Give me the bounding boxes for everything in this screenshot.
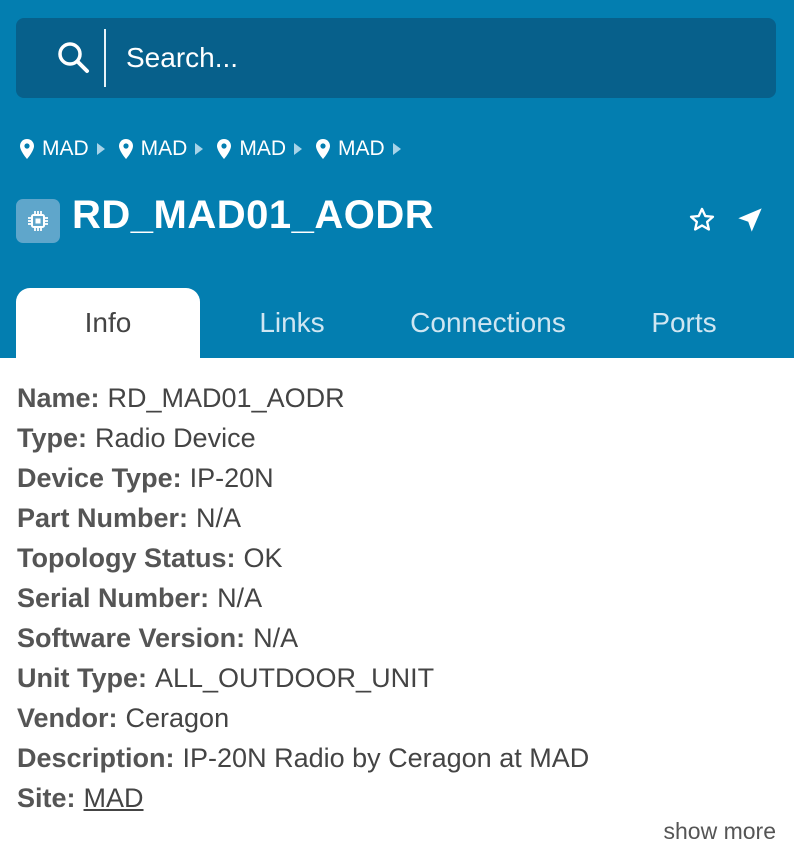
info-row-software-version: Software Version: N/A [17, 618, 777, 658]
chip-icon [16, 199, 60, 243]
info-value: N/A [217, 583, 263, 613]
breadcrumb-label: MAD [42, 137, 89, 160]
caret-right-icon [294, 143, 303, 155]
info-value: IP-20N [189, 463, 274, 493]
info-key: Site: [17, 783, 76, 813]
tab-links[interactable]: Links [212, 288, 372, 358]
info-value: OK [243, 543, 283, 573]
info-key: Unit Type: [17, 663, 147, 693]
info-value: Radio Device [95, 423, 256, 453]
tab-bar: Info Links Connections Ports [16, 288, 794, 358]
info-key: Part Number: [17, 503, 189, 533]
search-input[interactable] [116, 32, 756, 84]
breadcrumb-item[interactable]: MAD [217, 137, 303, 161]
info-value: Ceragon [125, 703, 230, 733]
caret-right-icon [392, 143, 401, 155]
info-row-topology-status: Topology Status: OK [17, 538, 777, 578]
info-row-name: Name: RD_MAD01_AODR [17, 378, 777, 418]
info-row-type: Type: Radio Device [17, 418, 777, 458]
star-icon[interactable] [688, 206, 716, 234]
caret-right-icon [195, 143, 204, 155]
info-key: Vendor: [17, 703, 118, 733]
location-pin-icon [316, 139, 331, 159]
info-row-description: Description: IP-20N Radio by Ceragon at M… [17, 738, 777, 778]
breadcrumb-item[interactable]: MAD [316, 137, 401, 161]
info-row-vendor: Vendor: Ceragon [17, 698, 777, 738]
info-value: N/A [196, 503, 242, 533]
info-row-part-number: Part Number: N/A [17, 498, 777, 538]
info-key: Software Version: [17, 623, 246, 653]
info-value: IP-20N Radio by Ceragon at MAD [182, 743, 590, 773]
info-key: Device Type: [17, 463, 182, 493]
search-icon[interactable] [54, 38, 94, 78]
site-link[interactable]: MAD [84, 783, 144, 813]
breadcrumb-item[interactable]: MAD [118, 137, 204, 161]
location-pin-icon [20, 139, 34, 159]
info-row-site: Site: MAD [17, 778, 777, 818]
info-value: N/A [253, 623, 299, 653]
info-value: ALL_OUTDOOR_UNIT [155, 663, 435, 693]
info-row-unit-type: Unit Type: ALL_OUTDOOR_UNIT [17, 658, 777, 698]
tab-info[interactable]: Info [16, 288, 200, 358]
caret-right-icon [96, 143, 105, 155]
info-value: RD_MAD01_AODR [107, 383, 345, 413]
info-row-device-type: Device Type: IP-20N [17, 458, 777, 498]
breadcrumb: MAD MAD MAD MAD [20, 134, 415, 164]
info-key: Description: [17, 743, 175, 773]
tab-ports[interactable]: Ports [620, 288, 748, 358]
location-pin-icon [118, 139, 133, 159]
breadcrumb-item[interactable]: MAD [20, 137, 105, 161]
search-divider [104, 29, 106, 87]
breadcrumb-label: MAD [338, 137, 385, 160]
search-bar [16, 18, 776, 98]
device-title-row: RD_MAD01_AODR [16, 193, 776, 246]
page-title: RD_MAD01_AODR [72, 193, 435, 237]
navigate-arrow-icon[interactable] [736, 206, 764, 234]
info-key: Topology Status: [17, 543, 236, 573]
info-panel: Name: RD_MAD01_AODR Type: Radio Device Dev… [17, 378, 777, 818]
info-row-serial-number: Serial Number: N/A [17, 578, 777, 618]
show-more-link[interactable]: show more [664, 818, 776, 845]
header-panel: MAD MAD MAD MAD [0, 0, 794, 358]
breadcrumb-label: MAD [140, 137, 188, 160]
breadcrumb-label: MAD [239, 137, 287, 160]
info-key: Serial Number: [17, 583, 210, 613]
info-key: Name: [17, 383, 100, 413]
tab-connections[interactable]: Connections [388, 288, 588, 358]
location-pin-icon [217, 139, 232, 159]
info-key: Type: [17, 423, 88, 453]
